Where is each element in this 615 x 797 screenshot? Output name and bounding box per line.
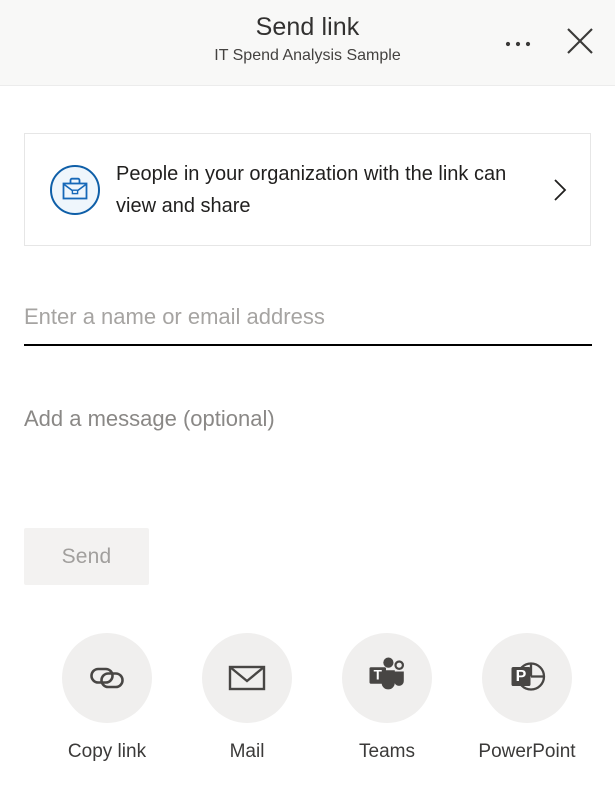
powerpoint-circle: P (482, 633, 572, 723)
close-icon (565, 26, 595, 59)
teams-button[interactable]: T Teams (317, 633, 457, 764)
link-permission-setting[interactable]: People in your organization with the lin… (24, 133, 591, 246)
recipient-field-group (24, 300, 592, 346)
mail-circle (202, 633, 292, 723)
action-label: Teams (359, 741, 415, 762)
microsoft-powerpoint-icon: P (504, 654, 550, 703)
mail-button[interactable]: Mail (177, 633, 317, 764)
send-button[interactable]: Send (24, 528, 149, 585)
chevron-right-icon (548, 173, 572, 207)
recipient-input[interactable] (24, 300, 592, 344)
action-label: Mail (229, 741, 265, 762)
more-options-button[interactable] (496, 24, 540, 60)
link-permission-label: People in your organization with the lin… (116, 162, 507, 217)
message-input[interactable] (24, 402, 592, 440)
close-button[interactable] (560, 22, 600, 62)
action-label: PowerPoint (478, 741, 576, 762)
share-actions-bar: Copy link Mail T Teams P PowerPoint (0, 633, 615, 764)
svg-text:P: P (516, 668, 527, 685)
link-chain-icon (84, 654, 130, 703)
microsoft-teams-icon: T (364, 654, 410, 703)
envelope-icon (224, 654, 270, 703)
svg-text:T: T (374, 667, 383, 682)
copy-link-button[interactable]: Copy link (37, 633, 177, 764)
action-label: Copy link (67, 741, 147, 762)
recipient-underline (24, 344, 592, 346)
ellipsis-icon (505, 36, 531, 48)
powerpoint-button[interactable]: P PowerPoint (457, 633, 597, 764)
teams-circle: T (342, 633, 432, 723)
copy-link-circle (62, 633, 152, 723)
briefcase-icon (49, 164, 101, 216)
dialog-header: Send link IT Spend Analysis Sample (0, 0, 615, 86)
